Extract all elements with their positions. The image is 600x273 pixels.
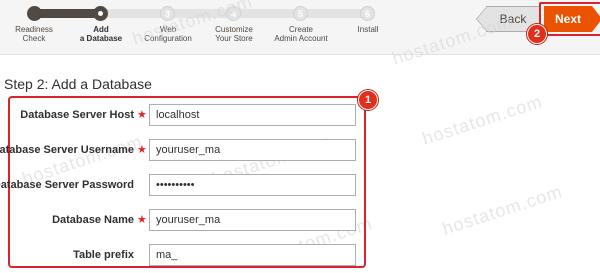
prefix-label: Table prefix xyxy=(73,249,134,261)
required-icon: ★ xyxy=(137,109,147,121)
table-prefix-input[interactable] xyxy=(149,244,356,266)
step-dot-add-database xyxy=(93,6,108,21)
step-dot-readiness xyxy=(27,6,42,21)
username-label: Database Server Username xyxy=(0,144,134,156)
form-row-dbname: Database Name ★ xyxy=(0,209,366,231)
db-username-input[interactable] xyxy=(149,139,356,161)
progress-fill xyxy=(34,9,102,18)
db-password-input[interactable] xyxy=(149,174,356,196)
watermark: hostatom.com xyxy=(439,181,565,239)
step-label-install: Install xyxy=(357,25,379,34)
host-label: Database Server Host xyxy=(20,109,134,121)
db-host-input[interactable] xyxy=(149,104,356,126)
required-icon: ★ xyxy=(137,214,147,226)
dbname-label: Database Name xyxy=(52,214,134,226)
form-row-username: Database Server Username ★ xyxy=(0,139,366,161)
required-icon: ★ xyxy=(137,144,147,156)
next-button-highlight xyxy=(539,2,600,36)
page-title: Step 2: Add a Database xyxy=(4,76,152,92)
password-label: Database Server Password xyxy=(0,179,134,191)
step-dot-install: 6 xyxy=(360,6,375,21)
step-dot-create-admin: 5 xyxy=(293,6,308,21)
db-name-input[interactable] xyxy=(149,209,356,231)
form-row-prefix: Table prefix xyxy=(0,244,366,266)
form-row-host: Database Server Host ★ xyxy=(0,104,366,126)
form-row-password: Database Server Password xyxy=(0,174,366,196)
annotation-badge-next: 2 xyxy=(527,24,547,44)
watermark: hostatom.com xyxy=(419,91,545,149)
